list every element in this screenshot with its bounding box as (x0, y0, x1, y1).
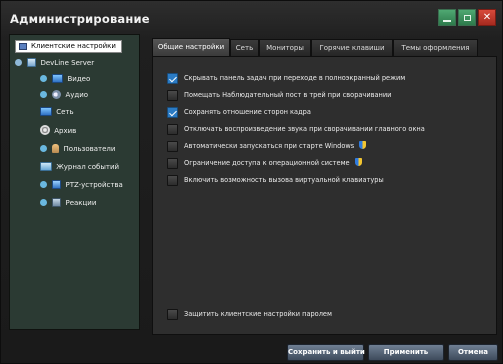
tree-item-ptz[interactable]: PTZ-устройства (40, 179, 123, 191)
tree-item-label: Аудио (65, 91, 89, 99)
checkbox[interactable] (167, 107, 178, 118)
option-minimize-to-tray[interactable]: Помещать Наблюдательный пост в трей при … (167, 90, 487, 101)
checkbox[interactable] (167, 73, 178, 84)
checkbox[interactable] (167, 141, 178, 152)
tree-item-audio[interactable]: Аудио (40, 89, 88, 101)
journal-icon (40, 161, 52, 171)
tree-item-server[interactable]: DevLine Server (15, 57, 94, 69)
apply-button[interactable]: Применить (368, 344, 444, 361)
tree-item-video[interactable]: Видео (40, 73, 90, 85)
option-autostart[interactable]: Автоматически запускаться при старте Win… (167, 141, 487, 152)
window-title: Администрирование (10, 12, 150, 26)
maximize-button[interactable] (458, 9, 476, 26)
settings-tree: Клиентские настройки DevLine Server Виде… (9, 34, 140, 330)
option-label: Отключать воспроизведение звука при свор… (184, 125, 425, 133)
option-mute-on-minimize[interactable]: Отключать воспроизведение звука при свор… (167, 124, 487, 135)
option-label: Включить возможность вызова виртуальной … (184, 176, 384, 184)
tree-item-network[interactable]: Сеть (40, 106, 74, 118)
tree-item-label: DevLine Server (40, 59, 95, 67)
minimize-button[interactable] (438, 9, 456, 26)
option-hide-taskbar[interactable]: Скрывать панель задач при переходе в пол… (167, 73, 487, 84)
tree-item-reactions[interactable]: Реакции (40, 197, 96, 209)
tree-item-journal[interactable]: Журнал событий (40, 161, 119, 173)
shield-icon (359, 141, 367, 149)
expand-icon[interactable] (40, 74, 47, 82)
option-restrict-os-access[interactable]: Ограничение доступа к операционной систе… (167, 158, 487, 169)
tree-item-label: Видео (67, 75, 91, 83)
checkbox[interactable] (167, 90, 178, 101)
tree-item-label: Журнал событий (56, 163, 120, 171)
users-icon (52, 143, 60, 153)
option-virtual-keyboard[interactable]: Включить возможность вызова виртуальной … (167, 175, 487, 186)
general-settings-panel: Скрывать панель задач при переходе в пол… (152, 56, 497, 335)
tab-hotkeys[interactable]: Горячие клавиши (311, 39, 393, 56)
tree-item-client-settings[interactable]: Клиентские настройки (15, 40, 122, 53)
option-label: Автоматически запускаться при старте Win… (184, 142, 355, 150)
close-icon: ✕ (482, 12, 492, 23)
collapse-icon[interactable] (15, 58, 22, 66)
maximize-icon (463, 14, 471, 21)
expand-icon[interactable] (40, 144, 47, 152)
save-and-exit-button[interactable]: Сохранить и выйти (287, 344, 365, 361)
option-password-protect[interactable]: Защитить клиентские настройки паролем (167, 309, 487, 320)
expand-icon[interactable] (40, 90, 47, 98)
tree-item-users[interactable]: Пользователи (40, 143, 115, 155)
tree-item-archive[interactable]: Архив (40, 125, 76, 137)
tab-network[interactable]: Сеть (230, 39, 259, 56)
server-icon (27, 57, 37, 67)
tree-item-label: Пользователи (63, 145, 116, 153)
tab-general-settings[interactable]: Общие настройки (152, 38, 230, 56)
admin-window: Администрирование ✕ Клиентские настройки… (0, 0, 503, 364)
option-label: Сохранять отношение сторон кадра (184, 108, 311, 116)
close-button[interactable]: ✕ (478, 9, 496, 26)
tab-themes[interactable]: Темы оформления (393, 39, 478, 56)
checkbox[interactable] (167, 124, 178, 135)
option-keep-aspect-ratio[interactable]: Сохранять отношение сторон кадра (167, 107, 487, 118)
audio-icon (52, 89, 62, 99)
tree-item-label: Клиентские настройки (31, 42, 116, 50)
shield-icon (354, 158, 362, 166)
option-label: Помещать Наблюдательный пост в трей при … (184, 91, 392, 99)
expand-icon[interactable] (40, 180, 47, 188)
tree-item-label: PTZ-устройства (65, 181, 123, 189)
expand-icon[interactable] (40, 198, 47, 206)
reactions-icon (52, 197, 62, 207)
cancel-button[interactable]: Отмена (448, 344, 498, 361)
tree-item-label: Сеть (56, 108, 74, 116)
tab-monitors[interactable]: Мониторы (259, 39, 311, 56)
option-label: Ограничение доступа к операционной систе… (184, 159, 350, 167)
tree-item-label: Реакции (65, 199, 97, 207)
settings-icon (19, 43, 27, 50)
minimize-icon (443, 19, 451, 22)
archive-icon (40, 125, 50, 135)
network-icon (40, 106, 52, 116)
checkbox[interactable] (167, 175, 178, 186)
monitor-icon (52, 73, 64, 83)
checkbox[interactable] (167, 158, 178, 169)
tree-item-label: Архив (54, 127, 77, 135)
ptz-icon (52, 179, 62, 189)
option-label: Скрывать панель задач при переходе в пол… (184, 74, 406, 82)
option-label: Защитить клиентские настройки паролем (184, 310, 332, 318)
checkbox[interactable] (167, 309, 178, 320)
